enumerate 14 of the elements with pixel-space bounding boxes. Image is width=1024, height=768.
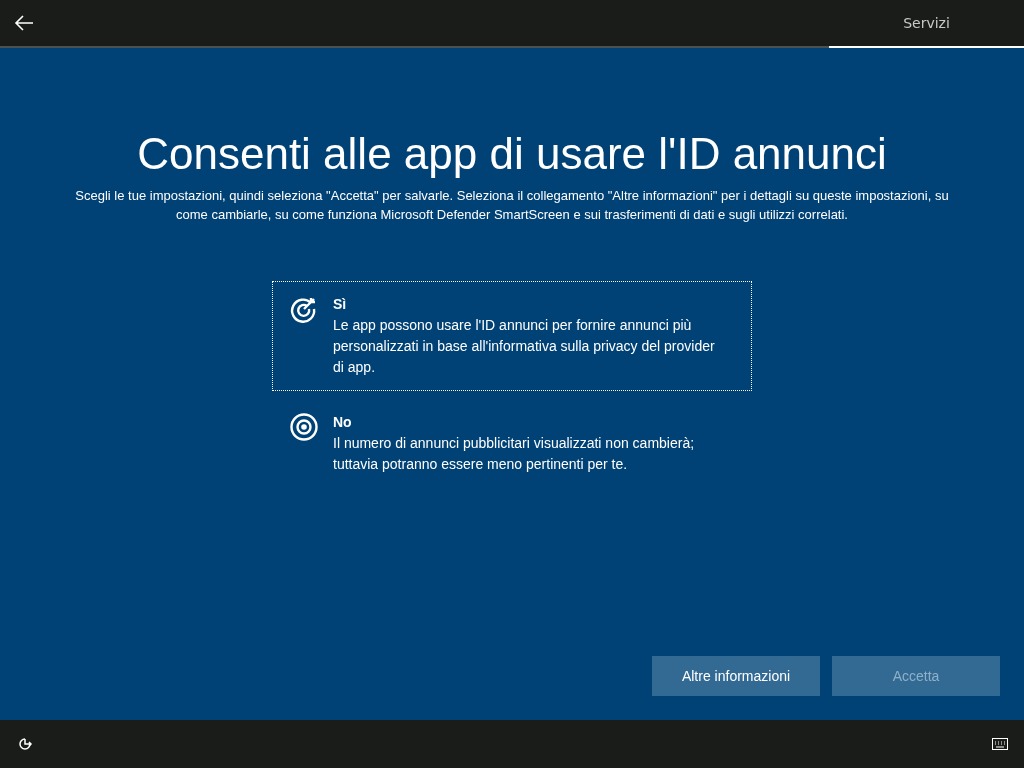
description-text: Scegli le tue impostazioni, quindi seleziona "Accetta" per salvarle. Seleziona il collegamento "Altre informazioni" per i dettagli su queste impostazioni, su come cambiarle, su come funziona Microsoft Defender SmartScreen e sui trasferimenti di dati e sugli utilizzi correlati. (74, 187, 950, 224)
keyboard-icon (992, 738, 1008, 750)
action-button[interactable]: Altre informazioni (652, 656, 820, 696)
back-arrow-icon (14, 15, 34, 31)
option-description: Le app possono usare l'ID annunci per fornire annunci più personalizzati in base all'informativa sulla privacy del provider di app. (333, 316, 716, 377)
page-title: Consenti alle app di usare l'ID annunci (137, 128, 887, 180)
accessibility-icon (16, 735, 34, 753)
choice-option[interactable]: No Il numero di annunci pubblicitari visualizzati non cambierà; tuttavia potranno essere meno pertinenti per te. (272, 399, 752, 488)
target-icon (289, 412, 319, 442)
option-description: Il numero di annunci pubblicitari visualizzati non cambierà; tuttavia potranno essere meno pertinenti per te. (333, 434, 696, 474)
step-tab[interactable]: Servizi (829, 0, 1024, 48)
choice-option[interactable]: Sì Le app possono usare l'ID annunci per fornire annunci più personalizzati in base all'informativa sulla privacy del provider di app. (272, 281, 752, 391)
option-title: No (333, 413, 353, 432)
option-title: Sì (333, 295, 348, 314)
